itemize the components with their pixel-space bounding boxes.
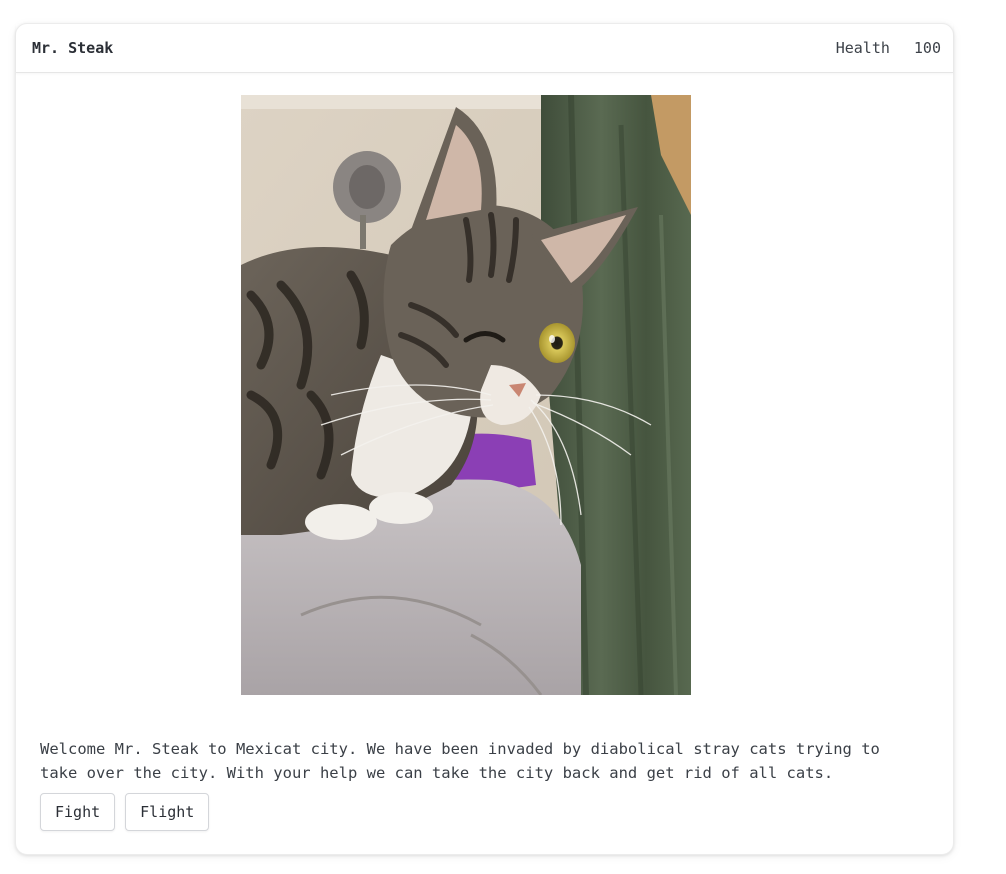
welcome-message: Welcome Mr. Steak to Mexicat city. We ha…	[40, 739, 880, 782]
health-label: Health	[835, 39, 890, 57]
cat-illustration	[241, 95, 691, 695]
card-header: Mr. Steak Health 100	[16, 24, 953, 73]
cat-photo	[241, 95, 691, 695]
health-value: 100	[913, 39, 941, 57]
fight-button[interactable]: Fight	[40, 793, 116, 831]
player-name: Mr. Steak	[32, 39, 114, 57]
health-display: Health 100	[836, 39, 941, 57]
game-card: Mr. Steak Health 100 Welcome Mr. Steak t…	[15, 23, 954, 855]
action-buttons: Fight Flight	[40, 793, 210, 831]
flight-button[interactable]: Flight	[125, 793, 210, 831]
